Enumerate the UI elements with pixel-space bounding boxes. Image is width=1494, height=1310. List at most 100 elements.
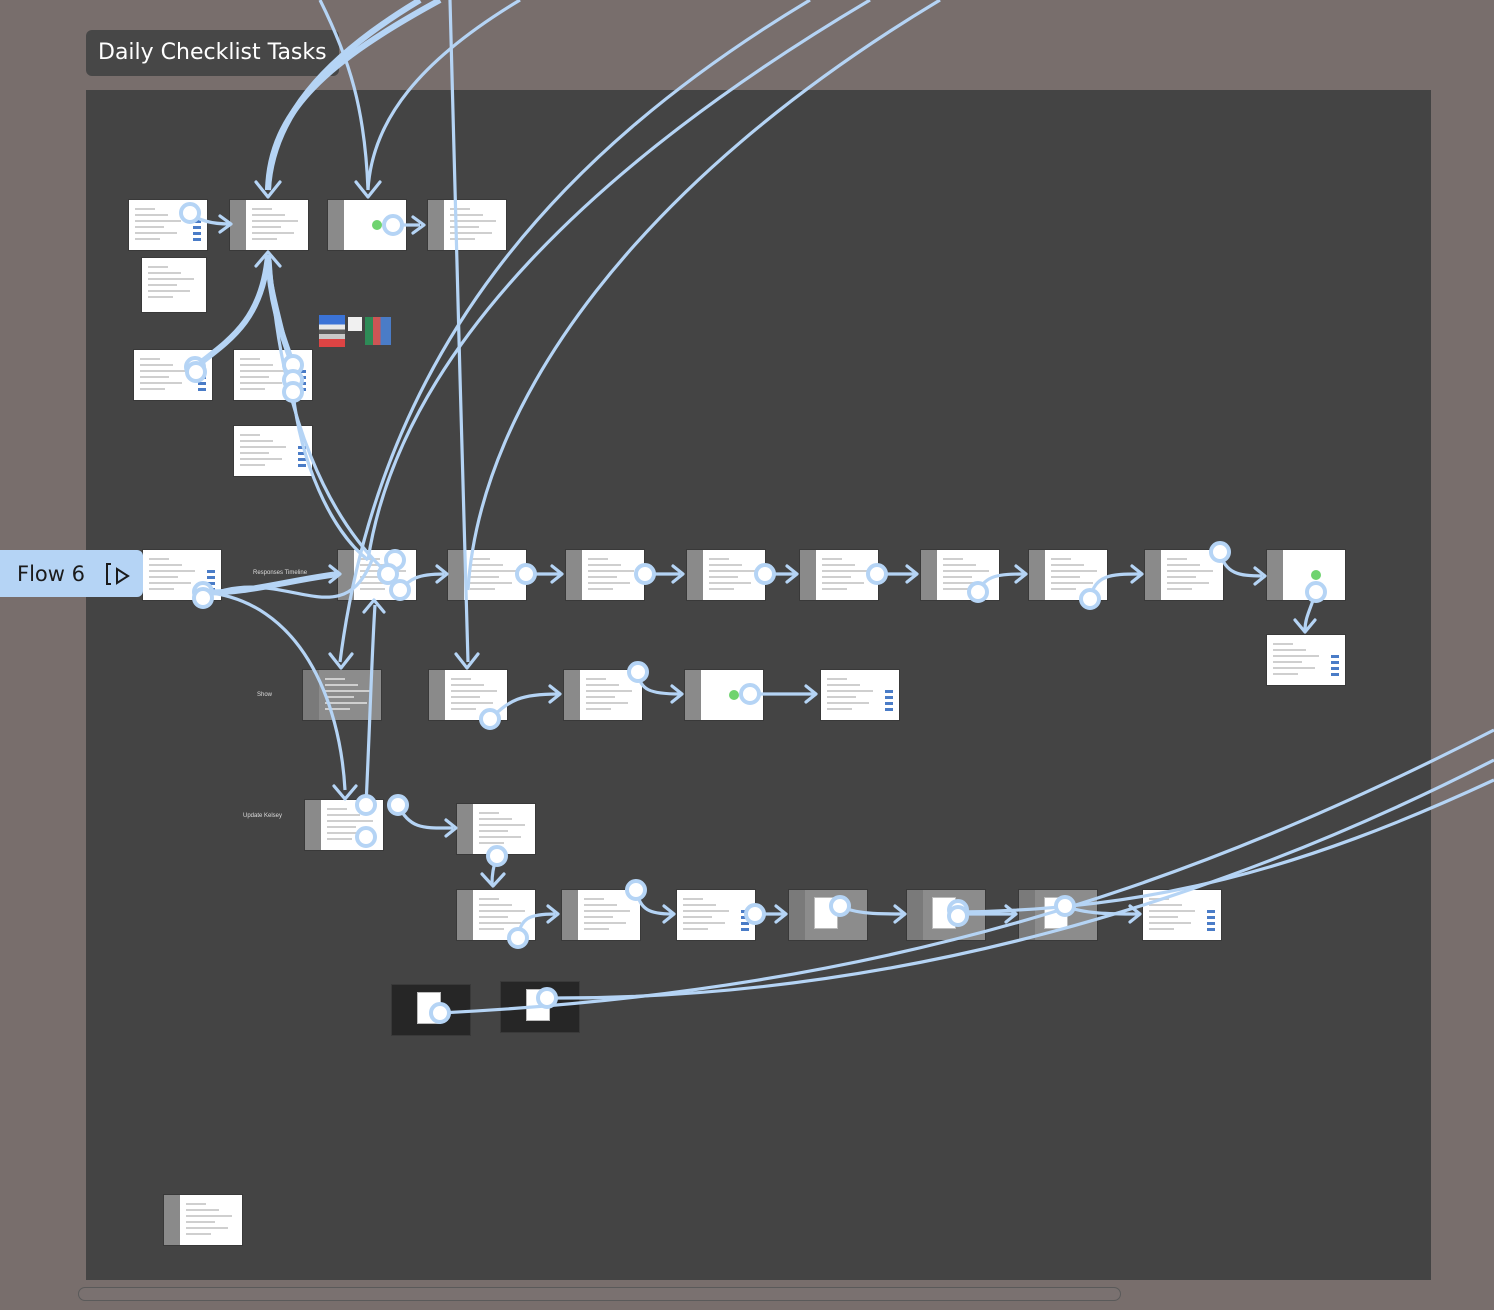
prototype-frame-thumbnail[interactable] <box>134 350 212 400</box>
prototype-frame-thumbnail[interactable] <box>687 550 765 600</box>
prototype-frame-thumbnail[interactable] <box>164 1195 242 1245</box>
frame-text-line <box>822 588 847 590</box>
prototype-frame-thumbnail[interactable] <box>1143 890 1221 940</box>
play-flow-icon[interactable] <box>105 561 131 587</box>
frame-text-line <box>479 904 512 906</box>
frame-text-line <box>586 696 615 698</box>
prototype-frame-thumbnail[interactable] <box>1145 550 1223 600</box>
frame-text-line <box>584 898 604 900</box>
prototype-frame-thumbnail[interactable] <box>305 800 383 850</box>
prototype-frame-thumbnail[interactable] <box>821 670 899 720</box>
frame-text-line <box>148 296 173 298</box>
frame-text-line <box>451 702 493 704</box>
prototype-frame-thumbnail[interactable] <box>234 350 312 400</box>
style-swatch-thumbnail[interactable] <box>365 317 391 345</box>
prototype-frame-thumbnail[interactable] <box>338 550 416 600</box>
prototype-frame-thumbnail[interactable] <box>907 890 985 940</box>
prototype-frame-thumbnail[interactable] <box>789 890 867 940</box>
prototype-frame-thumbnail[interactable] <box>1267 550 1345 600</box>
prototype-frame-thumbnail[interactable] <box>800 550 878 600</box>
prototype-frame-thumbnail[interactable] <box>230 200 308 250</box>
prototype-frame-thumbnail[interactable] <box>392 985 470 1035</box>
frame-button <box>207 576 215 579</box>
horizontal-scrollbar[interactable] <box>78 1287 1121 1301</box>
frame-text-line <box>451 708 476 710</box>
prototype-frame-thumbnail[interactable] <box>429 670 507 720</box>
frame-text-line <box>479 910 525 912</box>
frame-button <box>885 708 893 711</box>
section-title[interactable]: Daily Checklist Tasks <box>86 30 339 76</box>
frame-button <box>193 226 201 229</box>
frame-text-line <box>149 558 169 560</box>
frame-sidebar <box>566 550 582 600</box>
frame-text-line <box>360 558 380 560</box>
frame-text-line <box>451 696 480 698</box>
frame-text-line <box>186 1209 219 1211</box>
frame-text-line <box>135 232 177 234</box>
frame-text-line <box>709 570 755 572</box>
prototype-frame-thumbnail[interactable] <box>143 550 221 600</box>
frame-text-line <box>360 570 406 572</box>
frame-text-line <box>252 208 272 210</box>
frame-text-line <box>479 824 525 826</box>
prototype-frame-thumbnail[interactable] <box>1267 635 1345 685</box>
frame-text-line <box>1149 922 1191 924</box>
flow-starting-point[interactable]: Flow 6 <box>0 550 143 597</box>
frame-button <box>1207 928 1215 931</box>
prototype-frame-thumbnail[interactable] <box>142 258 206 312</box>
prototype-frame-thumbnail[interactable] <box>457 804 535 854</box>
frame-button <box>885 690 893 693</box>
frame-sidebar <box>328 200 344 250</box>
prototype-frame-thumbnail[interactable] <box>328 200 406 250</box>
frame-text-line <box>827 684 860 686</box>
frame-text-line <box>943 558 963 560</box>
prototype-frame-thumbnail[interactable] <box>501 982 579 1032</box>
frame-text-line <box>240 458 282 460</box>
prototype-frame-thumbnail[interactable] <box>1029 550 1107 600</box>
frame-text-line <box>327 814 360 816</box>
frame-text-line <box>470 576 499 578</box>
frame-text-line <box>586 708 611 710</box>
frame-text-line <box>479 898 499 900</box>
frame-text-line <box>252 226 281 228</box>
prototype-frame-thumbnail[interactable] <box>562 890 640 940</box>
frame-button <box>207 588 215 591</box>
style-swatch-thumbnail[interactable] <box>348 317 362 331</box>
style-swatch-thumbnail[interactable] <box>319 315 345 347</box>
prototype-frame-thumbnail[interactable] <box>677 890 755 940</box>
prototype-frame-thumbnail[interactable] <box>303 670 381 720</box>
frame-sidebar <box>338 550 354 600</box>
frame-text-line <box>709 582 751 584</box>
frame-text-line <box>479 916 508 918</box>
prototype-frame-thumbnail[interactable] <box>1019 890 1097 940</box>
frame-text-line <box>149 576 178 578</box>
frame-button <box>298 452 306 455</box>
frame-text-line <box>360 588 385 590</box>
frame-text-line <box>360 564 393 566</box>
prototype-frame-thumbnail[interactable] <box>921 550 999 600</box>
frame-text-line <box>327 826 356 828</box>
prototype-frame-thumbnail[interactable] <box>564 670 642 720</box>
frame-text-line <box>1051 564 1084 566</box>
frame-text-line <box>451 678 471 680</box>
prototype-frame-thumbnail[interactable] <box>234 426 312 476</box>
prototype-frame-thumbnail[interactable] <box>457 890 535 940</box>
frame-text-line <box>327 838 352 840</box>
frame-text-line <box>1149 910 1195 912</box>
frame-text-line <box>240 370 286 372</box>
prototype-frame-thumbnail[interactable] <box>685 670 763 720</box>
frame-sidebar <box>164 1195 180 1245</box>
frame-text-line <box>240 452 269 454</box>
frame-text-line <box>186 1233 211 1235</box>
frame-text-line <box>186 1221 215 1223</box>
frame-text-line <box>584 904 617 906</box>
frame-text-line <box>186 1215 232 1217</box>
prototype-frame-thumbnail[interactable] <box>566 550 644 600</box>
frame-text-line <box>360 576 389 578</box>
frame-button <box>298 370 306 373</box>
prototype-frame-thumbnail[interactable] <box>428 200 506 250</box>
prototype-frame-thumbnail[interactable] <box>448 550 526 600</box>
prototype-frame-thumbnail[interactable] <box>129 200 207 250</box>
label-update-kelsey: Update Kelsey <box>243 813 283 819</box>
frame-text-line <box>148 272 181 274</box>
